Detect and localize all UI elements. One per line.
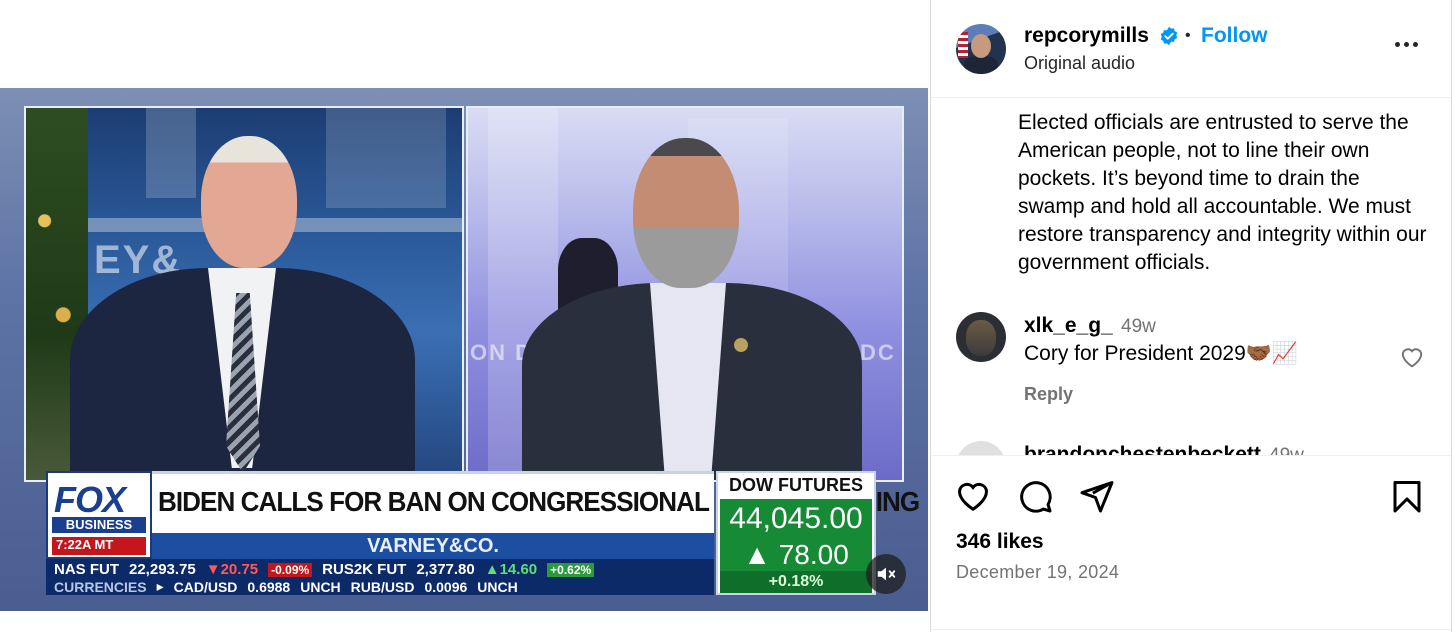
post-caption: Elected officials are entrusted to serve… bbox=[1018, 111, 1427, 274]
heart-icon[interactable] bbox=[955, 478, 991, 514]
fox-business-logo: FOX BUSINESS 7:22A MT bbox=[46, 471, 152, 559]
ticker-arrow: ▸ bbox=[156, 578, 164, 594]
ticker-label: NAS FUT bbox=[54, 561, 119, 578]
ticker-value: 0.0096 bbox=[424, 578, 468, 595]
mute-button[interactable] bbox=[866, 554, 906, 594]
market-ticker: NAS FUT 22,293.75 ▼20.75 -0.09% RUS2K FU… bbox=[46, 559, 714, 595]
heart-icon[interactable] bbox=[1399, 344, 1425, 368]
studio-window bbox=[326, 108, 446, 208]
ticker-row-currencies: CURRENCIES ▸ CAD/USD 0.6988 UNCH RUB/USD… bbox=[54, 578, 518, 595]
video-pane-host: EY& bbox=[24, 106, 464, 482]
show-name: VARNEY&CO. bbox=[152, 533, 714, 559]
news-chyron: FOX BUSINESS 7:22A MT BIDEN CALLS FOR BA… bbox=[46, 471, 920, 596]
ticker-value: 0.6988 bbox=[247, 578, 291, 595]
speaker-muted-icon bbox=[877, 567, 896, 581]
post-side-panel: repcorymills • Follow Original audio Ele… bbox=[930, 0, 1452, 632]
ticker-value: 2,377.80 bbox=[416, 561, 475, 578]
verified-badge-icon bbox=[1160, 26, 1178, 46]
ticker-change: ▼20.75 bbox=[205, 561, 259, 578]
guest-head bbox=[633, 138, 739, 288]
ticker-change: UNCH bbox=[300, 578, 341, 595]
ticker-pct: +0.62% bbox=[547, 562, 595, 577]
more-options-icon bbox=[1403, 41, 1409, 47]
studio-window bbox=[146, 108, 196, 198]
headline-box: BIDEN CALLS FOR BAN ON CONGRESSIONAL STO… bbox=[152, 471, 920, 533]
comment-username[interactable]: brandonchestenbeckett bbox=[1024, 443, 1261, 455]
broadcast-time: 7:22A MT bbox=[52, 537, 146, 555]
ticker-value: 22,293.75 bbox=[129, 561, 196, 578]
logo-business-text: BUSINESS bbox=[52, 517, 146, 533]
likes-count[interactable]: 346 likes bbox=[956, 530, 1044, 554]
avatar-photo bbox=[966, 320, 996, 356]
dow-futures-box: DOW FUTURES 44,045.00 ▲ 78.00 +0.18% bbox=[716, 471, 876, 595]
comment-time[interactable]: 49w bbox=[1269, 445, 1304, 455]
video-pane-guest: ON D N DC bbox=[466, 106, 904, 482]
reply-button[interactable]: Reply bbox=[1024, 384, 1073, 405]
separator-dot: • bbox=[1185, 27, 1191, 44]
bookmark-icon[interactable] bbox=[1389, 478, 1425, 514]
comments-scroll-area[interactable]: Elected officials are entrusted to serve… bbox=[931, 99, 1451, 455]
host-head bbox=[201, 136, 297, 268]
comment-username[interactable]: xlk_e_g_ bbox=[1024, 314, 1113, 338]
ticker-row-futures: NAS FUT 22,293.75 ▼20.75 -0.09% RUS2K FU… bbox=[54, 561, 595, 578]
avatar-face bbox=[971, 34, 991, 58]
follow-button[interactable]: Follow bbox=[1201, 24, 1268, 48]
author-username[interactable]: repcorymills bbox=[1024, 24, 1149, 48]
dow-change-value: 78.00 bbox=[778, 539, 849, 570]
dow-change: ▲ 78.00 bbox=[720, 539, 872, 571]
flag-icon bbox=[958, 32, 968, 58]
ticker-label: CURRENCIES bbox=[54, 578, 147, 595]
divider bbox=[931, 629, 1451, 630]
dow-value: 44,045.00 bbox=[720, 499, 872, 539]
ticker-label: RUS2K FUT bbox=[322, 561, 407, 578]
comment-text: Cory for President 2029🤝🏾📈 bbox=[1024, 342, 1299, 365]
ticker-label: RUB/USD bbox=[350, 578, 415, 595]
comment-avatar[interactable] bbox=[956, 312, 1006, 362]
audio-link[interactable]: Original audio bbox=[1024, 53, 1135, 74]
dow-label: DOW FUTURES bbox=[729, 475, 863, 495]
post-media: EY& ON D N DC FOX BUSINESS 7:22A MT BIDE… bbox=[0, 0, 930, 632]
post-date[interactable]: December 19, 2024 bbox=[956, 562, 1119, 583]
dow-percent: +0.18% bbox=[720, 571, 872, 593]
ticker-change: ▲14.60 bbox=[484, 561, 538, 578]
post-header: repcorymills • Follow Original audio bbox=[931, 0, 1451, 98]
author-avatar[interactable] bbox=[956, 24, 1006, 74]
paper-plane-icon[interactable] bbox=[1079, 478, 1115, 514]
ticker-change: UNCH bbox=[477, 578, 518, 595]
avatar-body bbox=[964, 56, 998, 74]
ticker-change-value: 20.75 bbox=[220, 561, 259, 578]
ticker-pct: -0.09% bbox=[268, 562, 313, 577]
more-options-icon bbox=[1412, 41, 1418, 47]
more-options-button[interactable] bbox=[1391, 34, 1421, 54]
logo-fox-text: FOX bbox=[54, 479, 126, 520]
comment-avatar[interactable] bbox=[956, 441, 1006, 455]
ticker-label: CAD/USD bbox=[173, 578, 238, 595]
more-options-icon bbox=[1394, 41, 1400, 47]
comment-time[interactable]: 49w bbox=[1121, 316, 1156, 338]
video-player[interactable]: EY& ON D N DC FOX BUSINESS 7:22A MT BIDE… bbox=[0, 88, 928, 611]
congressional-pin bbox=[734, 338, 748, 352]
ticker-change-value: 14.60 bbox=[499, 561, 538, 578]
comment-bubble-icon[interactable] bbox=[1017, 478, 1053, 514]
post-actions: 346 likes December 19, 2024 bbox=[931, 455, 1451, 632]
